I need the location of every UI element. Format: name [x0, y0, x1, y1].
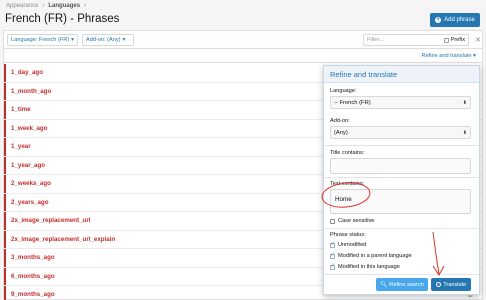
popup-addon-value: (Any) — [334, 129, 348, 136]
add-phrase-button[interactable]: + Add phrase — [430, 13, 480, 27]
clear-filter-icon[interactable]: ✕ — [473, 34, 483, 46]
divider — [324, 177, 479, 178]
refine-search-label: Refine search — [389, 281, 424, 288]
popup-title: Refine and translate — [324, 66, 479, 83]
divider — [324, 274, 479, 275]
text-contains-value: Home — [335, 196, 352, 203]
phrase-title[interactable]: 1_year — [4, 143, 31, 150]
popup-addon-select[interactable]: (Any) ⬍ — [330, 126, 471, 139]
status-this-modified-label: Modified in this language — [338, 264, 400, 270]
add-phrase-label: Add phrase — [444, 17, 475, 23]
checkbox-icon — [330, 218, 335, 224]
addon-filter-label: Add-on: (Any) — [86, 37, 121, 43]
case-sensitive-checkbox[interactable]: Case sensitive — [330, 218, 374, 224]
text-contains-input[interactable]: Home — [330, 189, 471, 214]
phrase-title[interactable]: 2_weeks_ago — [4, 180, 51, 187]
language-filter-dropdown[interactable]: Language: French (FR) ▾ — [7, 34, 78, 46]
addon-filter-dropdown[interactable]: Add-on: (Any) ▾ — [82, 34, 134, 46]
phrase-title[interactable]: 1_time — [4, 106, 31, 113]
popup-language-label: Language: — [330, 88, 357, 94]
caret-down-icon: ▾ — [71, 37, 74, 43]
popup-language-select[interactable]: -- French (FR) ⬍ — [330, 96, 471, 109]
caret-down-icon: ▾ — [122, 37, 126, 43]
language-filter-label: Language: French (FR) — [11, 37, 70, 43]
checkbox-checked-icon — [330, 263, 335, 270]
phrase-filter-input[interactable]: Filter... Prefix — [363, 34, 469, 46]
phrase-title[interactable]: 3_months_ago — [4, 254, 55, 261]
plus-icon: + — [435, 17, 442, 23]
filter-bar: Language: French (FR) ▾ Add-on: (Any) ▾ … — [3, 30, 483, 48]
chevron-right-icon: › — [42, 3, 45, 9]
phrase-title[interactable]: 6_months_ago — [4, 273, 55, 280]
title-contains-label: Title contains: — [330, 150, 365, 156]
breadcrumb: Appearance › Languages › — [6, 3, 86, 9]
filter-placeholder: Filter... — [367, 37, 384, 43]
phrase-title[interactable]: 1_month_ago — [4, 88, 51, 95]
text-contains-label: Text contains: — [330, 181, 365, 187]
breadcrumb-appearance[interactable]: Appearance — [6, 3, 38, 9]
status-parent-modified-label: Modified in a parent language — [338, 253, 412, 259]
phrase-list-header: Refine and translate ▾ — [4, 49, 482, 63]
divider — [324, 145, 479, 146]
globe-icon — [435, 281, 442, 288]
select-arrows-icon: ⬍ — [462, 99, 467, 106]
select-arrows-icon: ⬍ — [462, 129, 467, 136]
refine-search-button[interactable]: 🔍︎ Refine search — [376, 278, 428, 291]
chevron-right-icon: › — [84, 3, 87, 9]
breadcrumb-languages[interactable]: Languages — [48, 3, 80, 9]
phrase-title[interactable]: 1_week_ago — [4, 125, 47, 132]
prefix-checkbox[interactable]: Prefix — [443, 35, 468, 45]
page-title: French (FR) - Phrases — [5, 13, 120, 25]
checkbox-checked-icon — [330, 241, 335, 248]
status-unmodified-checkbox[interactable]: Unmodified — [330, 241, 367, 248]
phrase-title[interactable]: 2x_image_replacement_url — [4, 217, 90, 224]
phrase-title[interactable]: 1_day_ago — [4, 69, 43, 76]
phrase-title[interactable]: 2_years_ago — [4, 199, 49, 206]
prefix-label: Prefix — [450, 37, 465, 43]
refine-translate-popup: Refine and translate Language: -- French… — [323, 65, 480, 295]
checkbox-icon — [443, 37, 449, 43]
search-icon: 🔍︎ — [380, 281, 388, 288]
popup-language-value: -- French (FR) — [334, 99, 371, 106]
case-sensitive-label: Case sensitive — [338, 218, 375, 224]
phrase-title[interactable]: 1_year_ago — [4, 162, 45, 169]
phrase-title[interactable]: 2x_image_replacement_url_explain — [4, 236, 115, 243]
status-parent-modified-checkbox[interactable]: Modified in a parent language — [330, 252, 412, 259]
title-contains-input[interactable] — [330, 158, 471, 174]
checkbox-checked-icon — [330, 252, 335, 259]
status-unmodified-label: Unmodified — [338, 242, 367, 248]
phrase-title[interactable]: 9_months_ago — [4, 291, 55, 298]
translate-label: Translate — [443, 281, 467, 288]
status-this-modified-checkbox[interactable]: Modified in this language — [330, 263, 400, 270]
translate-button[interactable]: Translate — [431, 278, 471, 291]
popup-addon-label: Add-on: — [330, 118, 350, 124]
divider — [324, 228, 479, 229]
refine-translate-toggle[interactable]: Refine and translate ▾ — [422, 53, 476, 59]
phrase-status-label: Phrase status: — [330, 232, 366, 238]
